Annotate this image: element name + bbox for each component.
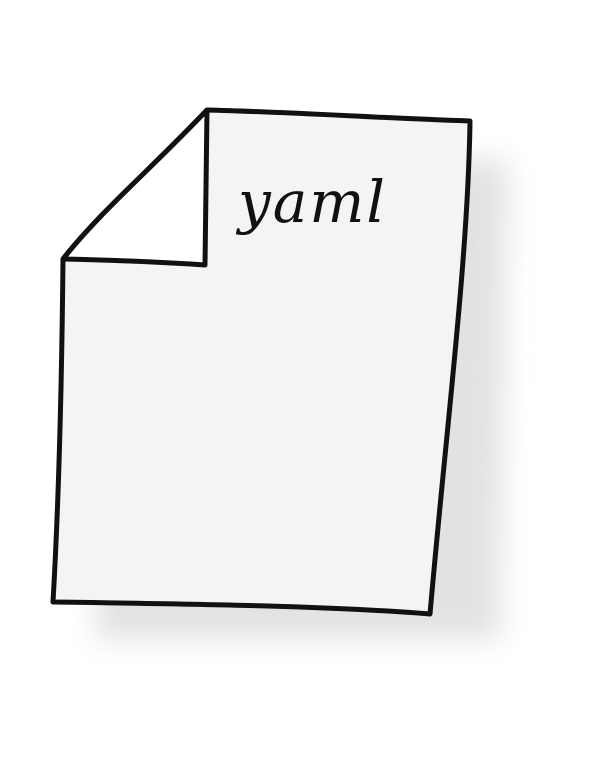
folded-corner: [60, 107, 210, 268]
yaml-file-illustration: yaml: [50, 107, 508, 640]
file-type-label: yaml: [235, 168, 387, 236]
